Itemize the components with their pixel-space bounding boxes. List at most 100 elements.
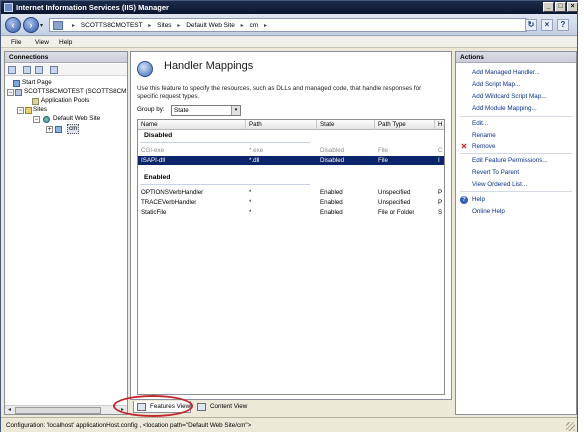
action-divider [460,153,572,154]
page-title: Handler Mappings [164,60,254,72]
column-path[interactable]: Path [246,120,317,130]
breadcrumb-path: ▸ SCOTTS8CMOTEST ▸ Sites ▸ Default Web S… [72,22,267,29]
up-icon[interactable] [35,66,43,74]
status-bar: Configuration: 'localhost' applicationHo… [1,417,577,432]
iis-app-icon [4,3,13,12]
column-handler[interactable]: H [435,120,444,130]
action-edit-feature-permissions[interactable]: Edit Feature Permissions... [472,156,548,165]
tree-label: Application Pools [41,97,90,104]
group-by-label: Group by: [137,106,165,113]
tree-sites[interactable]: − Sites [17,106,47,114]
window-title: Internet Information Services (IIS) Mana… [16,3,169,12]
tab-content-view[interactable]: Content View [194,401,254,413]
crumb-cm[interactable]: cm [250,22,259,29]
action-rename[interactable]: Rename [472,131,496,140]
group-by-select[interactable]: State ▾ [171,105,241,116]
breadcrumb: ▸ SCOTTS8CMOTEST ▸ Sites ▸ Default Web S… [49,18,527,32]
close-button[interactable]: × [567,2,578,12]
annotation-highlight-ring [113,395,193,417]
column-name[interactable]: Name [138,120,246,130]
save-icon[interactable] [23,66,31,74]
action-add-managed-handler[interactable]: Add Managed Handler... [472,68,540,77]
history-dropdown-icon[interactable]: ▾ [40,22,46,29]
action-online-help[interactable]: Online Help [472,207,505,216]
forward-button[interactable]: › [23,17,39,33]
group-by-value: State [174,107,189,114]
remove-icon: ✕ [460,142,468,151]
action-add-wildcard-script-map[interactable]: Add Wildcard Script Map... [472,92,547,101]
action-divider [460,116,572,117]
column-state[interactable]: State [317,120,375,130]
expand-icon[interactable]: + [46,126,53,133]
chevron-down-icon[interactable]: ▾ [231,106,240,115]
action-view-ordered-list[interactable]: View Ordered List... [472,180,527,189]
group-enabled: Enabled [144,174,171,181]
stop-icon[interactable]: × [541,19,553,31]
server-icon [53,21,63,30]
connections-toolbar [5,64,127,76]
title-bar: Internet Information Services (IIS) Mana… [1,1,578,14]
table-row[interactable]: TRACEVerbHandler * Enabled Unspecified P [138,198,444,207]
table-row[interactable]: CGI-exe *.exe Disabled File C [138,146,444,155]
action-edit[interactable]: Edit... [472,119,488,128]
connections-hscrollbar[interactable]: ◂ ▸ [5,405,127,414]
table-row[interactable]: StaticFile * Enabled File or Folder S [138,208,444,217]
menu-file[interactable]: File [11,38,21,47]
action-remove[interactable]: Remove [472,142,495,151]
crumb-default-web-site[interactable]: Default Web Site [186,22,235,29]
column-path-type[interactable]: Path Type [375,120,435,130]
address-bar: ‹ › ▾ ▸ SCOTTS8CMOTEST ▸ Sites ▸ Default… [1,14,577,36]
actions-pane: Actions Add Managed Handler... Add Scrip… [455,51,577,415]
handler-mappings-icon [137,61,153,77]
disconnect-icon[interactable] [50,66,58,74]
group-disabled: Disabled [144,132,173,139]
status-config-path: Configuration: 'localhost' applicationHo… [6,422,252,429]
action-revert-to-parent[interactable]: Revert To Parent [472,168,519,177]
help-circle-icon: ? [460,196,468,204]
menu-view[interactable]: View [35,38,49,47]
collapse-icon[interactable]: − [7,89,14,96]
action-help[interactable]: Help [472,195,485,204]
app-pools-icon [32,98,39,105]
maximize-button[interactable]: □ [555,2,566,12]
table-row-selected[interactable]: ISAPI-dll *.dll Disabled File I [138,156,444,165]
table-row[interactable]: OPTIONSVerbHandler * Enabled Unspecified… [138,188,444,197]
refresh-icon[interactable]: ↻ [525,19,537,31]
globe-icon [43,116,50,123]
tree-label: SCOTTS8CMOTEST (SCOTTS8CM [24,88,127,95]
scroll-thumb[interactable] [15,407,101,414]
start-page-icon [13,80,20,87]
connections-pane: Connections Start Page − SCOTTS8CMOTEST … [4,51,128,415]
minimize-button[interactable]: _ [543,2,554,12]
tree-label: Default Web Site [53,115,101,122]
action-add-script-map[interactable]: Add Script Map... [472,80,520,89]
crumb-sites[interactable]: Sites [157,22,171,29]
tree-default-web-site[interactable]: − Default Web Site [33,115,101,123]
connections-header: Connections [5,52,127,63]
tab-label: Content View [210,403,248,410]
back-button[interactable]: ‹ [5,17,21,33]
tree-application-pools[interactable]: Application Pools [32,97,90,105]
server-node-icon [15,89,22,96]
crumb-server[interactable]: SCOTTS8CMOTEST [81,22,143,29]
collapse-icon[interactable]: − [17,107,24,114]
action-divider [460,191,572,192]
tree-start-page[interactable]: Start Page [13,79,52,87]
tree-label: Sites [33,106,47,113]
tree-label: Start Page [22,79,52,86]
feature-description: Use this feature to specify the resource… [137,85,422,100]
scroll-left-icon[interactable]: ◂ [5,406,14,414]
resize-grip-icon[interactable] [566,422,575,431]
tree-server[interactable]: − SCOTTS8CMOTEST (SCOTTS8CM [7,88,127,96]
collapse-icon[interactable]: − [33,116,40,123]
help-icon[interactable]: ? [557,19,569,31]
menu-help[interactable]: Help [59,38,72,47]
tree-label: cm [69,125,78,132]
action-add-module-mapping[interactable]: Add Module Mapping... [472,104,537,113]
application-icon [55,126,62,133]
actions-header: Actions [456,52,576,63]
address-toolbar: ↻ × ? [525,18,573,32]
iis-manager-window: Internet Information Services (IIS) Mana… [0,0,578,432]
connect-icon[interactable] [8,66,16,74]
tree-cm-selected[interactable]: + cm [46,124,80,134]
